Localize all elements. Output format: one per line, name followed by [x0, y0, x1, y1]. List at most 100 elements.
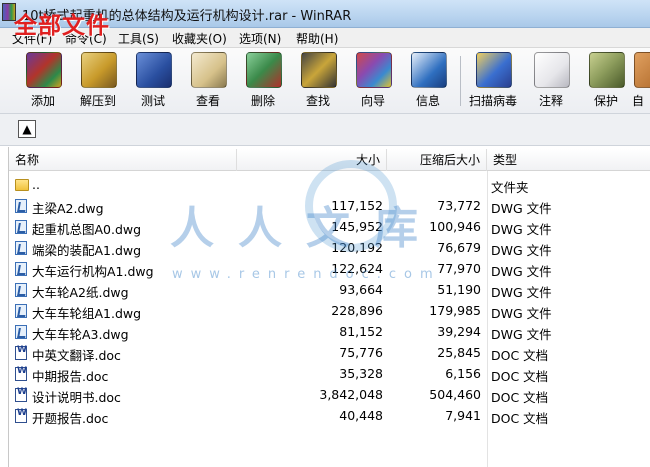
file-type: DWG 文件 — [491, 306, 552, 321]
add-button[interactable]: 添加 — [18, 52, 68, 110]
protect-icon — [589, 52, 625, 88]
comment-button[interactable]: 注释 — [526, 52, 576, 110]
scan-virus-label: 扫描病毒 — [468, 94, 517, 108]
watermark-url: www.renrendoc.com — [172, 267, 441, 282]
file-packed-size: 179,985 — [429, 303, 481, 318]
file-name: 端梁的装配A1.dwg — [32, 243, 142, 258]
file-size: 75,776 — [339, 345, 383, 360]
file-name: 中期报告.doc — [32, 369, 109, 384]
info-label: 信息 — [415, 94, 440, 108]
sfx-label: 自 — [632, 94, 645, 108]
dwg-file-icon — [15, 325, 27, 339]
file-name: 开题报告.doc — [32, 411, 109, 426]
file-packed-size: 39,294 — [437, 324, 481, 339]
menu-tools[interactable]: 工具(S) — [116, 30, 161, 47]
file-type: DOC 文档 — [491, 411, 549, 426]
file-size: 228,896 — [331, 303, 383, 318]
toolbar: 添加 解压到 测试 查看 删除 查找 向导 信息 扫描病毒 注释 保护 自 — [0, 48, 650, 114]
file-name: 大车轮A2纸.dwg — [32, 285, 129, 300]
file-name: .. — [32, 177, 40, 192]
info-button[interactable]: 信息 — [403, 52, 453, 110]
extract-to-icon — [81, 52, 117, 88]
wizard-icon — [356, 52, 392, 88]
file-size: 93,664 — [339, 282, 383, 297]
file-name: 大车车轮组A1.dwg — [32, 306, 142, 321]
file-size: 81,152 — [339, 324, 383, 339]
view-button[interactable]: 查看 — [183, 52, 233, 110]
file-name: 设计说明书.doc — [32, 390, 121, 405]
add-archive-icon — [26, 52, 62, 88]
table-row[interactable]: 大车车轮组A1.dwg 228,896 179,985 DWG 文件 — [9, 300, 650, 321]
delete-button[interactable]: 删除 — [238, 52, 288, 110]
menu-favorites[interactable]: 收藏夹(O) — [170, 30, 229, 47]
protect-label: 保护 — [593, 94, 618, 108]
file-size: 3,842,048 — [319, 387, 383, 402]
table-row[interactable]: 开题报告.doc 40,448 7,941 DOC 文档 — [9, 405, 650, 426]
doc-file-icon — [15, 345, 27, 360]
file-type: DOC 文档 — [491, 348, 549, 363]
file-name: 起重机总图A0.dwg — [32, 222, 142, 237]
menu-options[interactable]: 选项(N) — [237, 30, 283, 47]
file-name: 主梁A2.dwg — [32, 201, 104, 216]
info-icon — [411, 52, 447, 88]
dwg-file-icon — [15, 199, 27, 213]
protect-button[interactable]: 保护 — [581, 52, 631, 110]
address-bar: ▲ — [0, 114, 650, 146]
dwg-file-icon — [15, 241, 27, 255]
file-name: 大车运行机构A1.dwg — [32, 264, 154, 279]
sfx-button[interactable]: 自 — [632, 52, 650, 110]
watermark-text: 人人文库 — [170, 203, 442, 254]
file-type: DWG 文件 — [491, 285, 552, 300]
file-type: DWG 文件 — [491, 327, 552, 342]
test-icon — [136, 52, 172, 88]
file-type: DWG 文件 — [491, 264, 552, 279]
file-size: 35,328 — [339, 366, 383, 381]
doc-file-icon — [15, 366, 27, 381]
file-type: DWG 文件 — [491, 243, 552, 258]
find-icon — [301, 52, 337, 88]
column-header-packed[interactable]: 压缩后大小 — [387, 149, 487, 171]
file-packed-size: 504,460 — [429, 387, 481, 402]
table-row[interactable]: 大车车轮A3.dwg 81,152 39,294 DWG 文件 — [9, 321, 650, 342]
file-type: DOC 文档 — [491, 369, 549, 384]
scan-virus-button[interactable]: 扫描病毒 — [468, 52, 518, 110]
table-row[interactable]: 设计说明书.doc 3,842,048 504,460 DOC 文档 — [9, 384, 650, 405]
file-packed-size: 6,156 — [445, 366, 481, 381]
dwg-file-icon — [15, 220, 27, 234]
menu-help[interactable]: 帮助(H) — [294, 30, 340, 47]
find-button[interactable]: 查找 — [293, 52, 343, 110]
file-packed-size: 7,941 — [445, 408, 481, 423]
file-type: 文件夹 — [491, 180, 529, 195]
up-folder-button[interactable]: ▲ — [18, 120, 36, 138]
view-icon — [191, 52, 227, 88]
file-name: 大车车轮A3.dwg — [32, 327, 129, 342]
doc-file-icon — [15, 408, 27, 423]
comment-icon — [534, 52, 570, 88]
file-size: 40,448 — [339, 408, 383, 423]
column-header-type[interactable]: 类型 — [487, 149, 650, 171]
test-button[interactable]: 测试 — [128, 52, 178, 110]
dwg-file-icon — [15, 304, 27, 318]
file-type: DOC 文档 — [491, 390, 549, 405]
file-packed-size: 25,845 — [437, 345, 481, 360]
dwg-file-icon — [15, 283, 27, 297]
file-type: DWG 文件 — [491, 222, 552, 237]
doc-file-icon — [15, 387, 27, 402]
title-bar: 10t桥式起重机的总体结构及运行机构设计.rar - WinRAR 全部文件 — [0, 0, 650, 39]
file-type: DWG 文件 — [491, 201, 552, 216]
file-name: 中英文翻译.doc — [32, 348, 121, 363]
dwg-file-icon — [15, 262, 27, 276]
file-packed-size: 51,190 — [437, 282, 481, 297]
table-row[interactable]: 中期报告.doc 35,328 6,156 DOC 文档 — [9, 363, 650, 384]
folder-icon — [15, 179, 29, 191]
sfx-icon — [634, 52, 650, 88]
column-header-name[interactable]: 名称 — [9, 149, 237, 171]
table-row[interactable]: 大车轮A2纸.dwg 93,664 51,190 DWG 文件 — [9, 279, 650, 300]
extract-to-button[interactable]: 解压到 — [73, 52, 123, 110]
table-row[interactable]: 中英文翻译.doc 75,776 25,845 DOC 文档 — [9, 342, 650, 363]
delete-icon — [246, 52, 282, 88]
scan-virus-icon — [476, 52, 512, 88]
overlay-title: 全部文件 — [14, 12, 110, 39]
arrow-up-icon: ▲ — [22, 122, 32, 136]
wizard-button[interactable]: 向导 — [348, 52, 398, 110]
